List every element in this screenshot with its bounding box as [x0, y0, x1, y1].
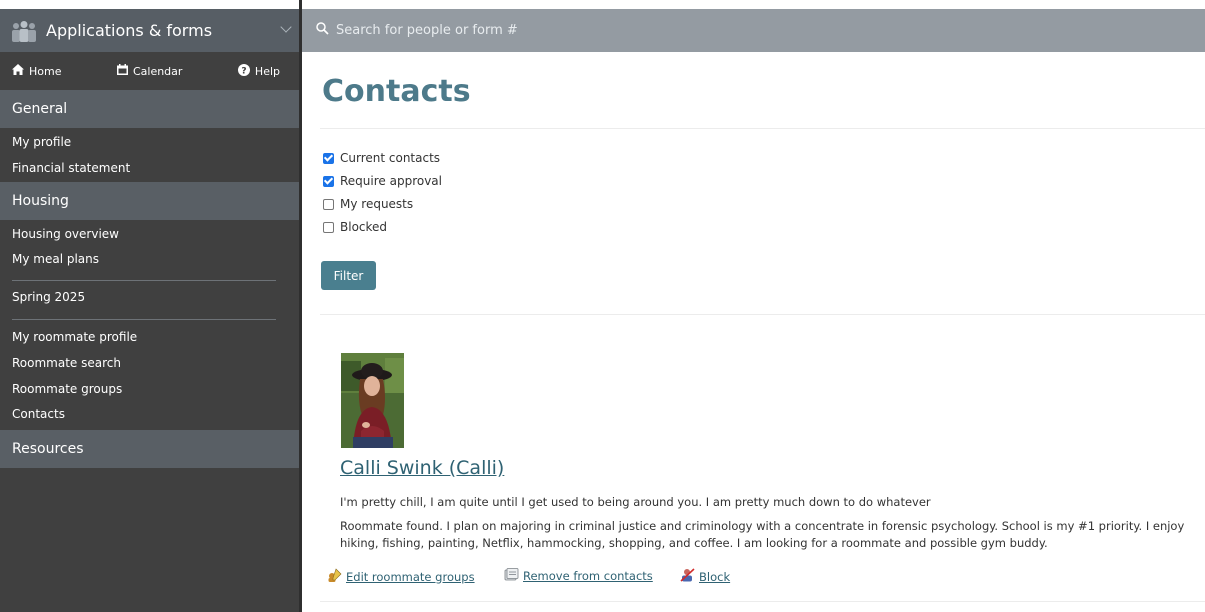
filter-my-requests: My requests [323, 197, 413, 211]
current-contacts-checkbox[interactable] [323, 152, 334, 164]
divider [320, 601, 1205, 602]
svg-text:?: ? [241, 66, 246, 76]
sidebar-top-strip [0, 0, 302, 9]
search-icon [316, 22, 329, 39]
section-resources[interactable]: Resources [0, 430, 302, 468]
blocked-checkbox[interactable] [323, 221, 334, 233]
page-title: Contacts [322, 74, 471, 109]
my-requests-label: My requests [340, 197, 414, 211]
block-label: Block [699, 569, 731, 584]
sidebar-item-roommate-groups[interactable]: Roommate groups [12, 382, 122, 396]
divider [320, 314, 1205, 315]
sidebar-divider [12, 280, 276, 281]
section-general[interactable]: General [0, 90, 302, 128]
sidebar-top-nav: Home Calendar ? Help [0, 52, 302, 90]
divider [320, 128, 1205, 129]
filter-blocked: Blocked [323, 220, 387, 234]
sidebar-divider [12, 319, 276, 320]
block-link[interactable]: Block [680, 568, 730, 585]
filter-current-contacts: Current contacts [323, 151, 440, 165]
edit-roommate-groups-label: Edit roommate groups [346, 569, 475, 584]
chevron-down-icon [280, 21, 292, 33]
my-requests-checkbox[interactable] [323, 198, 334, 210]
edit-roommate-groups-link[interactable]: Edit roommate groups [327, 568, 475, 585]
remove-contact-icon [504, 568, 519, 584]
sidebar-item-housing-overview[interactable]: Housing overview [12, 227, 119, 241]
nav-calendar[interactable]: Calendar [116, 64, 183, 78]
contact-name-link[interactable]: Calli Swink (Calli) [340, 457, 504, 479]
section-general-title: General [12, 101, 68, 117]
search-input[interactable] [336, 23, 936, 38]
section-housing[interactable]: Housing [0, 182, 302, 220]
contact-photo [341, 353, 404, 448]
question-circle-icon: ? [237, 63, 250, 79]
nav-home-label: Home [29, 64, 62, 78]
sidebar: Applications & forms Home Calendar ? Hel… [0, 0, 302, 612]
require-approval-label: Require approval [340, 174, 442, 188]
contact-tagline: I'm pretty chill, I am quite until I get… [340, 495, 931, 509]
filter-button[interactable]: Filter [321, 261, 376, 290]
edit-group-icon [327, 568, 342, 585]
app-switcher[interactable]: Applications & forms [0, 9, 302, 52]
sidebar-item-term[interactable]: Spring 2025 [12, 290, 85, 304]
current-contacts-label: Current contacts [340, 151, 441, 165]
remove-from-contacts-label: Remove from contacts [523, 569, 653, 583]
section-housing-title: Housing [12, 193, 69, 209]
nav-home[interactable]: Home [12, 64, 61, 78]
search-bar [302, 9, 1205, 52]
sidebar-item-financial-statement[interactable]: Financial statement [12, 161, 130, 175]
sidebar-item-my-profile[interactable]: My profile [12, 135, 71, 149]
main-content: Contacts Current contacts Require approv… [302, 52, 1205, 612]
nav-help[interactable]: ? Help [237, 63, 280, 79]
people-group-icon [10, 20, 38, 42]
home-icon [12, 64, 24, 78]
calendar-icon [116, 64, 128, 78]
sidebar-item-my-roommate-profile[interactable]: My roommate profile [12, 330, 137, 344]
sidebar-item-my-meal-plans[interactable]: My meal plans [12, 252, 99, 266]
nav-help-label: Help [254, 64, 280, 78]
sidebar-item-roommate-search[interactable]: Roommate search [12, 356, 121, 370]
require-approval-checkbox[interactable] [323, 175, 334, 187]
filter-require-approval: Require approval [323, 174, 442, 188]
sidebar-item-contacts[interactable]: Contacts [12, 407, 65, 421]
block-user-icon [680, 568, 695, 585]
blocked-label: Blocked [340, 220, 388, 234]
section-resources-title: Resources [12, 441, 84, 457]
remove-from-contacts-link[interactable]: Remove from contacts [504, 568, 653, 584]
app-title: Applications & forms [46, 21, 213, 40]
nav-calendar-label: Calendar [132, 64, 183, 78]
contact-bio: Roommate found. I plan on majoring in cr… [340, 519, 1185, 550]
